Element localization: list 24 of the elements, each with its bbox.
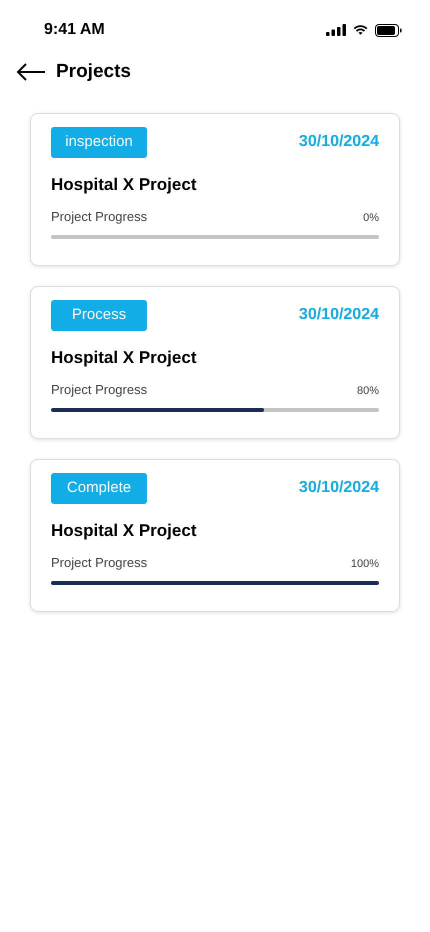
progress-label: Project Progress <box>51 381 148 399</box>
project-card[interactable]: inspection 30/10/2024 Hospital X Project Project Progress 0% <box>30 112 400 266</box>
project-date: 30/10/2024 <box>298 132 379 152</box>
status-badge: Complete <box>51 472 147 504</box>
project-name: Hospital X Project <box>51 520 198 542</box>
battery-icon <box>375 24 402 36</box>
project-date: 30/10/2024 <box>298 478 379 498</box>
project-card[interactable]: Complete 30/10/2024 Hospital X Project Project Progress 100% <box>30 458 400 612</box>
project-card[interactable]: Process 30/10/2024 Hospital X Project Project Progress 80% <box>30 286 400 438</box>
progress-percent: 100% <box>350 557 379 572</box>
status-badge: inspection <box>51 126 147 158</box>
project-date: 30/10/2024 <box>298 305 379 325</box>
progress-label: Project Progress <box>51 208 148 226</box>
status-badge: Process <box>51 300 147 330</box>
project-name: Hospital X Project <box>51 346 198 368</box>
page-title: Projects <box>56 60 131 84</box>
back-arrow-icon[interactable] <box>16 63 46 82</box>
project-name: Hospital X Project <box>51 174 198 196</box>
signal-icon <box>326 24 346 36</box>
wifi-icon <box>352 24 369 36</box>
progress-label: Project Progress <box>51 554 148 572</box>
status-time: 9:41 AM <box>44 20 105 40</box>
progress-percent: 0% <box>363 211 379 226</box>
progress-percent: 80% <box>356 384 379 399</box>
